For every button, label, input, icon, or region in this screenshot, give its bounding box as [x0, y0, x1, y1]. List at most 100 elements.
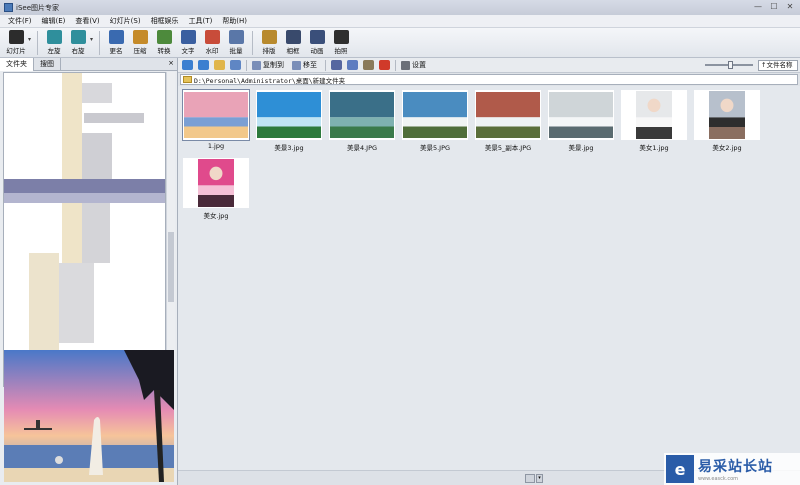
thumbnail-item[interactable]: 美女1.jpg [619, 88, 689, 152]
thumbnail-item[interactable]: 美景4.JPG [327, 88, 397, 152]
folder-tree[interactable] [3, 72, 166, 387]
copy-icon[interactable] [347, 60, 358, 70]
toolbar-button-watermark[interactable]: 水印 [200, 28, 224, 57]
toolbar-button-camera[interactable]: 拍照 [329, 28, 353, 57]
dropdown-arrow-icon[interactable]: ▾ [90, 36, 93, 43]
back-icon[interactable] [182, 60, 193, 70]
dropdown-arrow-icon[interactable]: ▾ [28, 36, 31, 43]
thumbnail-caption: 美景3.jpg [274, 144, 304, 152]
compress-icon [132, 30, 148, 44]
view-mode-dropdown-icon[interactable]: ▾ [536, 474, 543, 483]
separator [246, 59, 247, 71]
main-toolbar: 幻灯片 ▾ 左旋 右旋 ▾ 更名 压缩 转换 文字 水印 批量 排版 相框 动画 拍照 [0, 28, 800, 58]
settings-label: 设置 [412, 61, 426, 69]
blurred-tree-content [59, 263, 94, 343]
menu-frame-fun[interactable]: 相框娱乐 [146, 16, 184, 26]
close-button[interactable]: ✕ [784, 2, 796, 11]
thumbnail-item[interactable]: 美景5.JPG [400, 88, 470, 152]
move-to-button[interactable]: 移至 [292, 60, 317, 70]
thumbnail-caption: 1.jpg [207, 142, 225, 150]
toolbar-button-rotate-right[interactable]: 右旋 [66, 28, 90, 57]
sort-dropdown[interactable]: ↑文件名称 [758, 60, 798, 71]
up-folder-icon[interactable] [214, 60, 225, 70]
nav-toolbar: 复制到 移至 设置 ↑文件名称 [178, 58, 800, 73]
thumbnail-image [183, 158, 249, 208]
thumbnail-caption: 美景5_副本.JPG [484, 144, 532, 152]
blurred-tree-content [82, 83, 112, 103]
toolbar-button-frame[interactable]: 相框 [281, 28, 305, 57]
tab-folders[interactable]: 文件夹 [0, 58, 34, 71]
blurred-tree-content [4, 179, 165, 193]
zoom-slider[interactable] [705, 61, 753, 69]
toolbar-button-convert[interactable]: 转换 [152, 28, 176, 57]
thumbnail-item[interactable]: 美景5_副本.JPG [473, 88, 543, 152]
toolbar-button-label: 右旋 [71, 47, 85, 55]
thumbnail-caption: 美女1.jpg [639, 144, 669, 152]
watermark-url: www.easck.com [698, 476, 739, 482]
separator [325, 59, 326, 71]
toolbar-button-animation[interactable]: 动画 [305, 28, 329, 57]
menu-file[interactable]: 文件(F) [3, 16, 37, 26]
preview-image [4, 350, 174, 482]
maximize-button[interactable]: ☐ [768, 2, 780, 11]
toolbar-separator [252, 31, 254, 55]
settings-button[interactable]: 设置 [401, 60, 426, 70]
thumbnail-image [694, 90, 760, 140]
cut-icon[interactable] [331, 60, 342, 70]
thumbnail-item[interactable]: 美景.jpg [546, 88, 616, 152]
animation-icon [309, 30, 325, 44]
toolbar-button-rotate-left[interactable]: 左旋 [42, 28, 66, 57]
thumbnail-caption: 美景.jpg [568, 144, 594, 152]
panel-close-icon[interactable]: ⨯ [168, 59, 174, 67]
rotate-right-icon [70, 30, 86, 44]
thumbnail-item[interactable]: 美景3.jpg [254, 88, 324, 152]
site-watermark: e 易采站长站 www.easck.com [664, 453, 800, 485]
toolbar-button-batch[interactable]: 批量 [224, 28, 248, 57]
view-mode-icon[interactable] [525, 474, 535, 483]
minimize-button[interactable]: — [752, 2, 764, 11]
thumbnail-item[interactable]: 美女2.jpg [692, 88, 762, 152]
menu-tools[interactable]: 工具(T) [184, 16, 218, 26]
thumbnail-image [621, 90, 687, 140]
tab-search-images[interactable]: 搜图 [34, 58, 61, 71]
tree-scrollbar[interactable] [166, 72, 175, 387]
toolbar-button-text[interactable]: 文字 [176, 28, 200, 57]
menu-help[interactable]: 帮助(H) [217, 16, 252, 26]
toolbar-button-rename[interactable]: 更名 [104, 28, 128, 57]
refresh-icon[interactable] [230, 60, 241, 70]
toolbar-button-label: 压缩 [133, 47, 147, 55]
tree-scrollbar-thumb[interactable] [168, 232, 174, 302]
thumbnail-area[interactable]: 1.jpg 美景3.jpg 美景4.JPG 美景5.JPG 美景5_副本.JPG 美景.j… [178, 86, 800, 470]
toolbar-button-label: 相框 [286, 47, 300, 55]
watermark-icon [204, 30, 220, 44]
zoom-slider-knob[interactable] [728, 61, 733, 69]
path-bar[interactable]: D:\Personal\Administrator\桌面\新建文件夹 [180, 74, 798, 85]
watermark-text: 易采站长站 [698, 459, 773, 475]
thumbnail-item[interactable]: 美女.jpg [181, 156, 251, 220]
rotate-left-icon [46, 30, 62, 44]
menu-view[interactable]: 查看(V) [70, 16, 104, 26]
copy-to-button[interactable]: 复制到 [252, 60, 284, 70]
batch-icon [228, 30, 244, 44]
toolbar-button-compress[interactable]: 压缩 [128, 28, 152, 57]
toolbar-button-label: 左旋 [47, 47, 61, 55]
rename-icon [108, 30, 124, 44]
blurred-tree-content [82, 203, 110, 263]
copy-icon [252, 60, 261, 70]
paste-icon[interactable] [363, 60, 374, 70]
forward-icon[interactable] [198, 60, 209, 70]
camera-icon [333, 30, 349, 44]
app-icon [4, 3, 13, 12]
thumbnail-item[interactable]: 1.jpg [181, 88, 251, 152]
current-path: D:\Personal\Administrator\桌面\新建文件夹 [194, 76, 346, 85]
toolbar-button-label: 幻灯片 [6, 47, 26, 55]
toolbar-button-layout[interactable]: 排版 [257, 28, 281, 57]
thumbnail-image [402, 90, 468, 140]
thumbnail-image [256, 90, 322, 140]
menu-edit[interactable]: 编辑(E) [37, 16, 71, 26]
delete-icon[interactable] [379, 60, 390, 70]
toolbar-button-slideshow[interactable]: 幻灯片 [4, 28, 28, 57]
thumbnail-image [329, 90, 395, 140]
toolbar-separator [37, 31, 39, 55]
menu-slideshow[interactable]: 幻灯片(S) [105, 16, 146, 26]
